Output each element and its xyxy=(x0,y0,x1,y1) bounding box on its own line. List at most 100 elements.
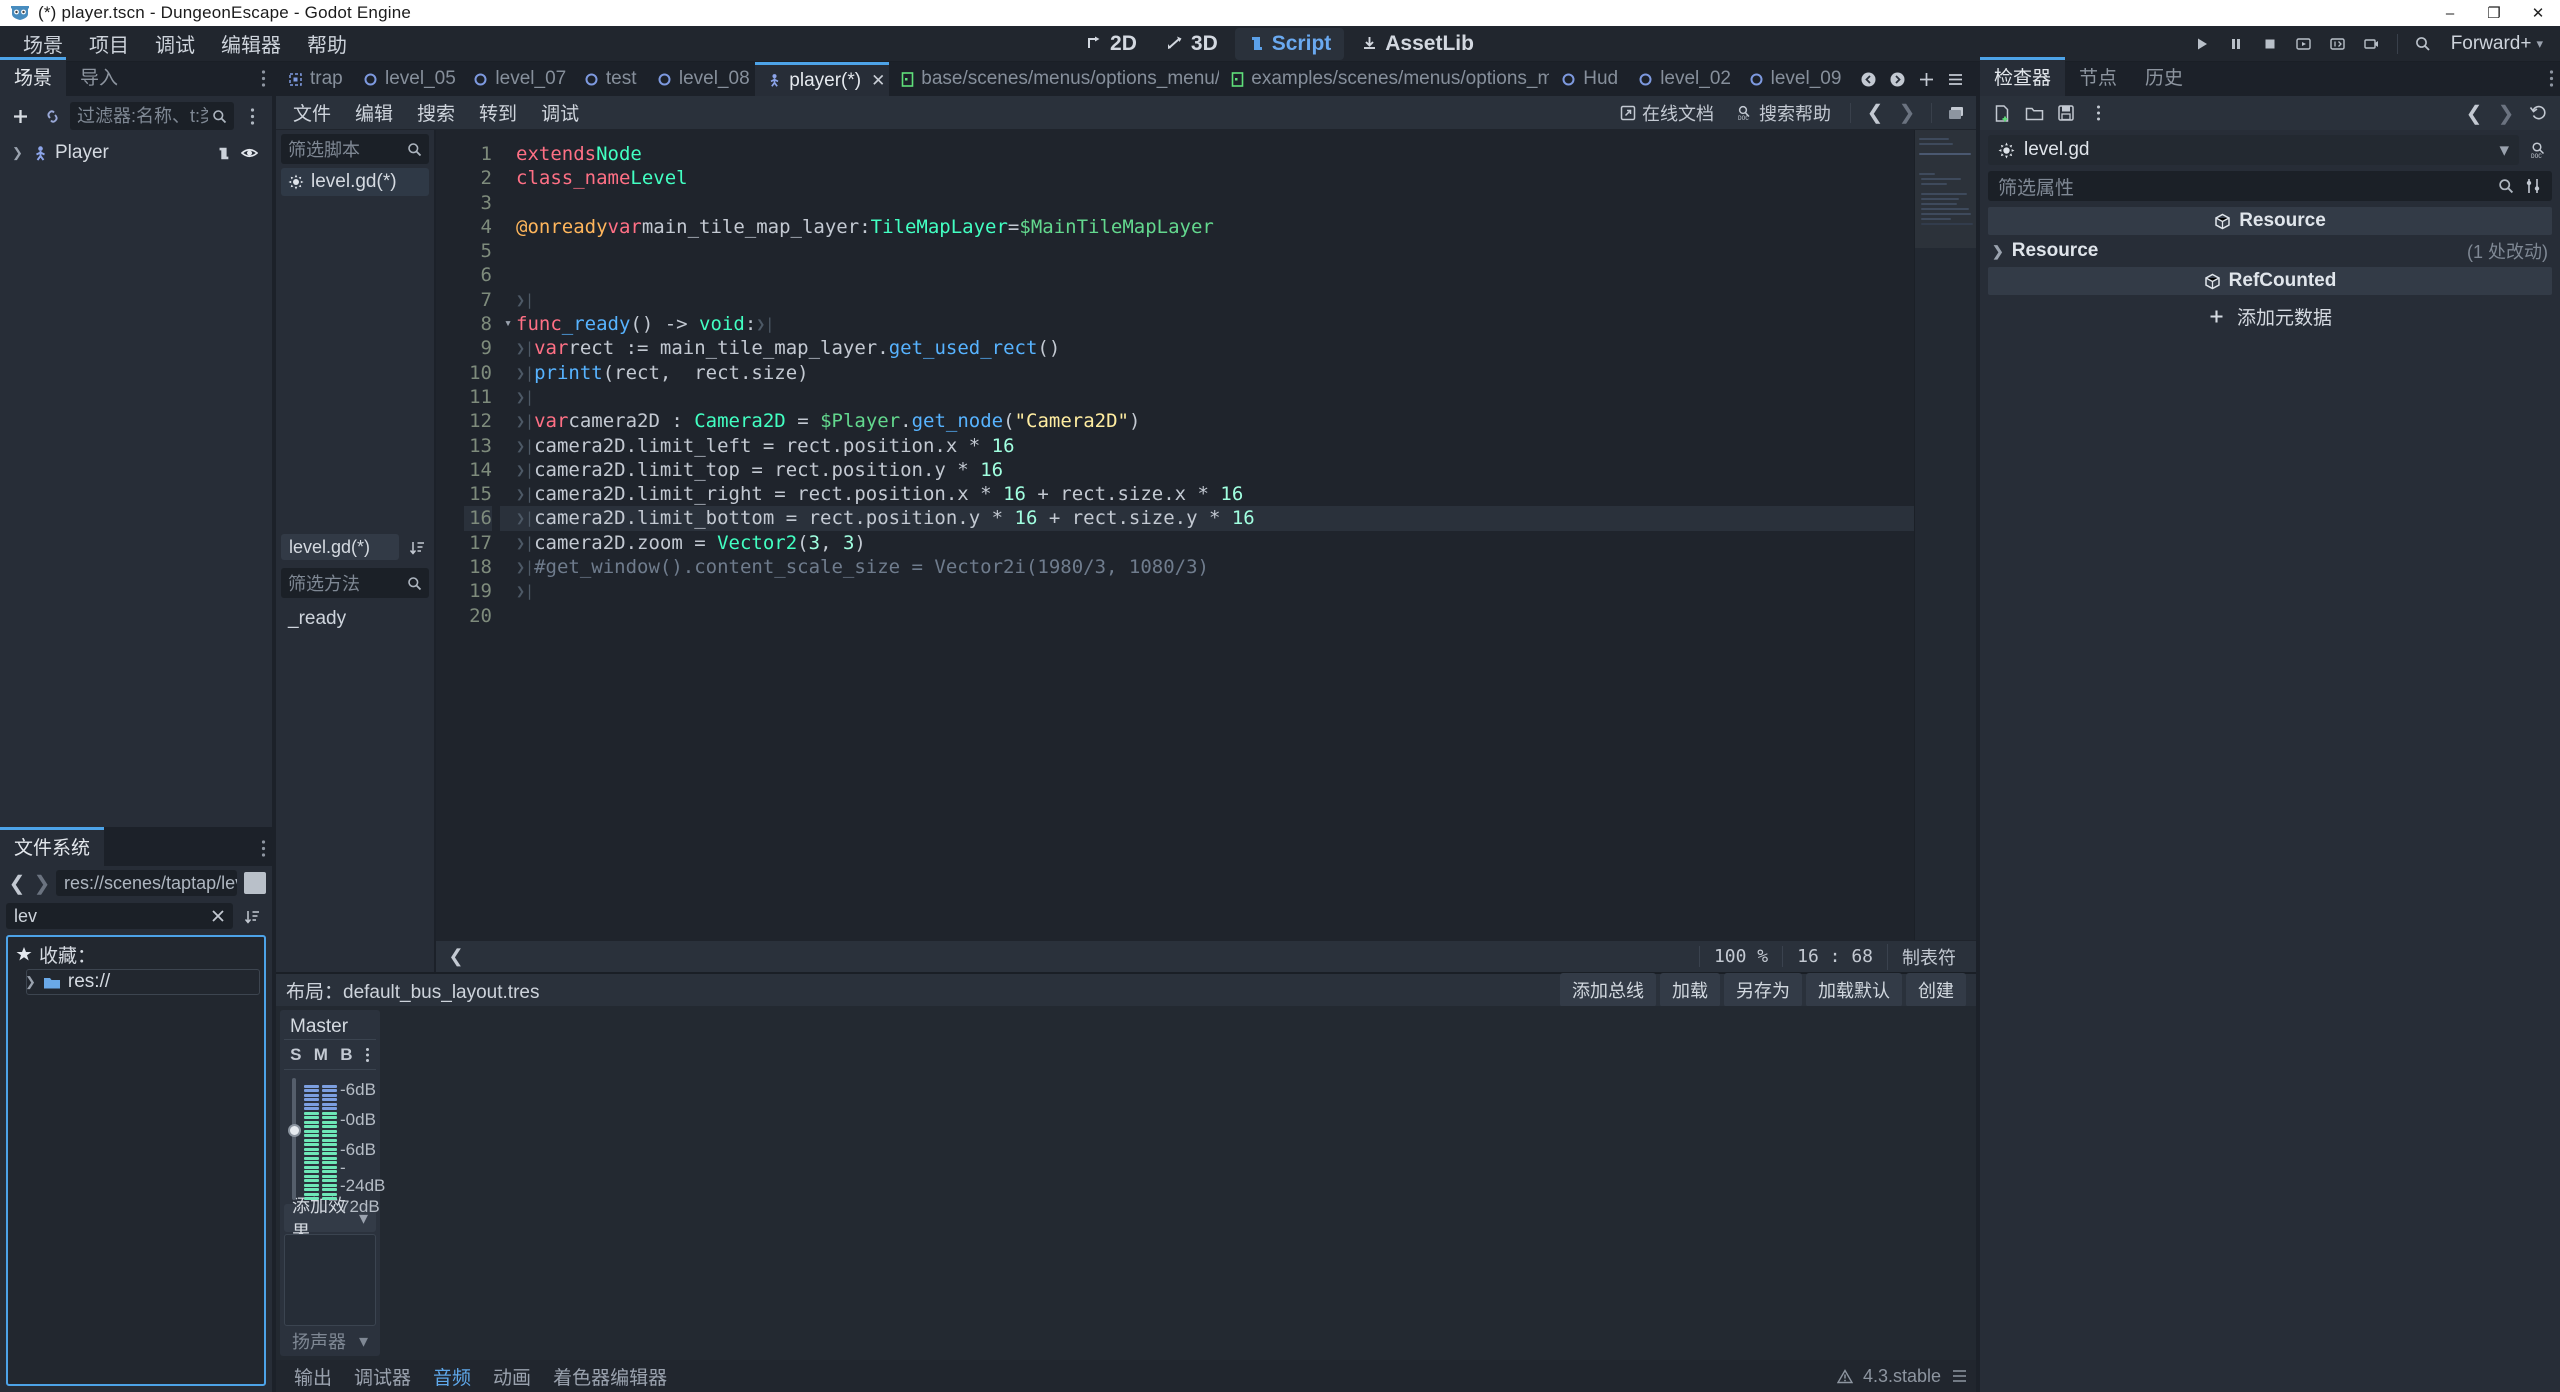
menu-help[interactable]: 帮助 xyxy=(294,24,360,63)
tab-script[interactable]: Script xyxy=(1234,27,1345,60)
script-tab-level-08[interactable]: level_08 xyxy=(645,62,755,96)
dock-tab-filesystem[interactable]: 文件系统 xyxy=(0,827,105,866)
warning-icon[interactable] xyxy=(1836,1368,1853,1384)
script-tab-test[interactable]: test xyxy=(572,62,645,96)
play-icon[interactable] xyxy=(2187,29,2217,59)
script-tab-trap[interactable]: trap xyxy=(276,62,351,96)
tab-maximize-icon[interactable] xyxy=(1913,66,1939,92)
bottom-tab-shader-editor[interactable]: 着色器编辑器 xyxy=(543,1360,677,1392)
add-metadata-button[interactable]: 添加元数据 xyxy=(2182,300,2358,333)
scene-tree[interactable]: ❯ Player xyxy=(0,136,272,827)
minimize-button[interactable]: – xyxy=(2428,0,2472,26)
fs-forward-button[interactable]: ❯ xyxy=(31,869,53,897)
fold-gutter[interactable]: ▾ xyxy=(500,130,516,940)
online-docs-button[interactable]: 在线文档 xyxy=(1611,96,1723,130)
clear-icon[interactable] xyxy=(211,909,225,923)
tab-assetlib[interactable]: AssetLib xyxy=(1348,28,1487,60)
sort-methods-icon[interactable] xyxy=(405,533,429,561)
script-tab-player[interactable]: player(*) ✕ xyxy=(755,62,890,96)
add-bus-button[interactable]: 添加总线 xyxy=(1560,973,1656,1007)
dock-tab-history[interactable]: 历史 xyxy=(2131,58,2197,96)
code-line-20[interactable] xyxy=(516,604,1976,628)
menu-debug[interactable]: 调试 xyxy=(142,24,208,63)
script-tab-hud[interactable]: Hud xyxy=(1549,62,1626,96)
code-minimap[interactable] xyxy=(1914,130,1976,940)
inspector-dock-menu-icon[interactable] xyxy=(2549,69,2554,88)
code-line-3[interactable] xyxy=(516,191,1976,215)
inspector-forward-icon[interactable]: ❯ xyxy=(2492,99,2520,127)
save-as-button[interactable]: 另存为 xyxy=(1724,973,1802,1007)
ed-menu-goto[interactable]: 转到 xyxy=(468,95,528,130)
script-tab-video-examples[interactable]: examples/scenes/menus/options_menu/vide.… xyxy=(1219,62,1549,96)
mute-toggle[interactable]: M xyxy=(314,1045,328,1065)
tab-next-icon[interactable] xyxy=(1884,66,1910,92)
code-lines[interactable]: extends Node class_name Level @onready v… xyxy=(516,130,1976,940)
scene-tree-options-icon[interactable] xyxy=(238,102,266,130)
code-line-11[interactable]: ❯| xyxy=(516,385,1976,409)
close-button[interactable]: ✕ xyxy=(2516,0,2560,26)
visibility-eye-icon[interactable] xyxy=(241,146,258,160)
inspector-tools-icon[interactable] xyxy=(2524,177,2542,195)
chevron-right-icon[interactable]: ❯ xyxy=(25,974,36,990)
code-line-7[interactable]: ❯| xyxy=(516,288,1976,312)
bypass-toggle[interactable]: B xyxy=(340,1045,352,1065)
chevron-right-icon[interactable]: ❯ xyxy=(1992,243,2004,260)
tab-list-icon[interactable] xyxy=(1942,66,1968,92)
inspector-section-refcounted-header[interactable]: RefCounted xyxy=(1988,267,2552,295)
inspector-properties[interactable]: Resource ❯ Resource (1 处改动) RefCounted 添… xyxy=(1988,207,2552,1384)
fs-back-button[interactable]: ❮ xyxy=(6,869,28,897)
fs-sort-icon[interactable] xyxy=(238,902,266,930)
dock-tab-node[interactable]: 节点 xyxy=(2065,58,2131,96)
play-scene-icon[interactable] xyxy=(2289,29,2319,59)
effect-list[interactable] xyxy=(284,1234,376,1326)
code-line-19[interactable]: ❯| xyxy=(516,579,1976,603)
remote-debug-icon[interactable] xyxy=(2408,29,2438,59)
menu-editor[interactable]: 编辑器 xyxy=(208,24,294,63)
script-tab-video-base[interactable]: base/scenes/menus/options_menu/video/vid… xyxy=(889,62,1219,96)
cursor-position[interactable]: 16 : 68 xyxy=(1782,946,1887,967)
audio-bus-master[interactable]: Master S M B -6dB -0dB -6dB - -24dB 72dB… xyxy=(280,1010,385,1356)
method-filter-box[interactable]: 筛选方法 xyxy=(281,568,429,598)
play-custom-icon[interactable] xyxy=(2323,29,2353,59)
scene-filter-box[interactable] xyxy=(70,102,234,130)
bus-meters[interactable]: -6dB -0dB -6dB - -24dB 72dB xyxy=(284,1070,385,1216)
dock-tab-inspector[interactable]: 检查器 xyxy=(1980,57,2066,96)
movie-icon[interactable] xyxy=(2357,29,2387,59)
open-docs-icon[interactable]: DOC xyxy=(2524,136,2552,164)
code-line-14[interactable]: ❯| camera2D.limit_top = rect.position.y … xyxy=(516,458,1976,482)
bottom-tab-debugger[interactable]: 调试器 xyxy=(344,1360,421,1392)
code-scroll[interactable]: 1 2 3 4 5 6 7 8 9 10 11 12 13 14 15 16 1… xyxy=(436,130,1976,940)
script-tab-level-02[interactable]: level_02 xyxy=(1626,62,1736,96)
script-tab-level-07[interactable]: level_07 xyxy=(461,62,571,96)
create-button[interactable]: 创建 xyxy=(1906,973,1966,1007)
code-line-10[interactable]: ❯| printt (rect, rect.size) xyxy=(516,361,1976,385)
tab-prev-icon[interactable] xyxy=(1855,66,1881,92)
ed-menu-file[interactable]: 文件 xyxy=(282,95,342,130)
layout-toggle-icon[interactable] xyxy=(1942,99,1970,127)
inspector-object-field[interactable]: level.gd ▾ xyxy=(1988,135,2519,165)
minimap-viewport[interactable] xyxy=(1915,130,1976,248)
bottom-tab-audio[interactable]: 音频 xyxy=(423,1360,481,1392)
open-resource-icon[interactable] xyxy=(2020,99,2048,127)
load-button[interactable]: 加载 xyxy=(1660,973,1720,1007)
fs-current-path[interactable]: res://scenes/taptap/level/l xyxy=(56,870,237,896)
fs-search-box[interactable]: lev xyxy=(6,903,233,929)
new-resource-icon[interactable] xyxy=(1988,99,2016,127)
stop-icon[interactable] xyxy=(2255,29,2285,59)
inspector-history-icon[interactable] xyxy=(2524,99,2552,127)
volume-slider[interactable] xyxy=(287,1078,301,1200)
code-line-18[interactable]: ❯| #get_window().content_scale_size = Ve… xyxy=(516,555,1976,579)
ed-menu-debug[interactable]: 调试 xyxy=(530,95,590,130)
renderer-selector[interactable]: Forward+ ▾ xyxy=(2442,29,2552,59)
load-default-button[interactable]: 加载默认 xyxy=(1806,973,1902,1007)
tab-2d[interactable]: 2D xyxy=(1073,28,1150,60)
dock-tab-import[interactable]: 导入 xyxy=(66,58,132,96)
filesystem-tree[interactable]: 收藏： ❯ res:// xyxy=(6,935,266,1386)
code-line-1[interactable]: extends Node xyxy=(516,142,1976,166)
expand-bottom-panel-icon[interactable] xyxy=(1951,1368,1968,1384)
ed-menu-edit[interactable]: 编辑 xyxy=(344,95,404,130)
pause-icon[interactable] xyxy=(2221,29,2251,59)
bus-options-icon[interactable] xyxy=(365,1047,370,1063)
ed-menu-search[interactable]: 搜索 xyxy=(406,95,466,130)
close-icon[interactable]: ✕ xyxy=(871,71,885,91)
